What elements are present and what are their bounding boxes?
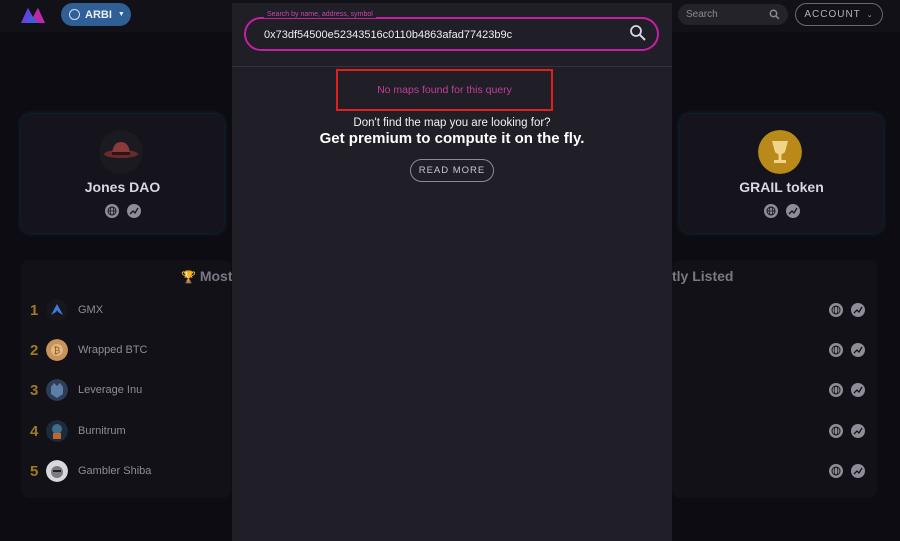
chart-icon[interactable]	[851, 424, 865, 438]
rank-number: 5	[30, 462, 39, 480]
chart-icon[interactable]	[785, 204, 800, 218]
chevron-down-icon: ▼	[117, 11, 125, 18]
token-name: Burnitrum	[78, 425, 126, 437]
website-globe-icon[interactable]	[829, 464, 843, 478]
list-item[interactable]: 1 GMX	[30, 297, 103, 323]
recently-listed-title: tly Listed	[672, 268, 734, 284]
header-search-placeholder: Search	[686, 9, 718, 20]
search-input[interactable]	[264, 26, 624, 44]
no-results-highlight: No maps found for this query	[336, 69, 553, 111]
token-name: Gambler Shiba	[78, 465, 152, 477]
grail-token-avatar	[758, 130, 802, 174]
featured-card-grail-token[interactable]: GRAIL token	[680, 114, 883, 233]
search-icon	[769, 9, 780, 20]
rank-number: 4	[30, 422, 39, 440]
list-item[interactable]: 3 Leverage Inu	[30, 377, 142, 403]
featured-name: GRAIL token	[739, 179, 824, 195]
chevron-down-icon: ⌄	[866, 11, 874, 19]
token-name: Leverage Inu	[78, 384, 143, 396]
chart-icon[interactable]	[126, 204, 141, 218]
search-field[interactable]: Search by name, address, symbol	[244, 11, 659, 51]
gambler-shiba-token-icon	[46, 460, 68, 482]
premium-callout: Get premium to compute it on the fly.	[319, 130, 585, 147]
featured-name: Jones DAO	[84, 179, 161, 195]
most-viewed-title-text: Most	[199, 268, 233, 284]
chart-icon[interactable]	[851, 303, 865, 317]
wrapped-btc-token-icon: ₿	[46, 339, 68, 361]
website-globe-icon[interactable]	[829, 424, 843, 438]
header-search-input[interactable]: Search	[678, 4, 788, 25]
rank-number: 3	[30, 381, 39, 399]
website-globe-icon[interactable]	[829, 343, 843, 357]
hint-text: Don't find the map you are looking for?	[353, 117, 551, 129]
burnitrum-token-icon	[46, 420, 68, 442]
app-logo[interactable]	[19, 5, 53, 25]
jones-dao-avatar	[99, 130, 143, 174]
list-item-links	[829, 464, 865, 478]
list-item[interactable]: 4 Burnitrum	[30, 418, 126, 444]
list-item[interactable]: 2 ₿ Wrapped BTC	[30, 337, 148, 363]
leverage-inu-token-icon	[46, 379, 68, 401]
chain-label: ARBI	[85, 8, 112, 21]
featured-card-jones-dao[interactable]: Jones DAO	[21, 114, 224, 233]
website-globe-icon[interactable]	[104, 204, 119, 218]
website-globe-icon[interactable]	[763, 204, 778, 218]
chart-icon[interactable]	[851, 464, 865, 478]
trophy-icon: 🏆	[181, 270, 196, 284]
website-globe-icon[interactable]	[829, 303, 843, 317]
list-item-links	[829, 303, 865, 317]
list-item[interactable]: 5 Gambler Shiba	[30, 458, 151, 484]
no-results-message: No maps found for this query	[377, 84, 512, 96]
account-label: ACCOUNT	[804, 9, 861, 20]
list-item-links	[829, 343, 865, 357]
token-name: GMX	[78, 304, 104, 316]
read-more-button[interactable]: READ MORE	[410, 159, 494, 182]
token-name: Wrapped BTC	[78, 344, 148, 356]
search-icon[interactable]	[629, 24, 647, 42]
chain-selector-button[interactable]: ARBI ▼	[61, 3, 131, 26]
gmx-token-icon	[46, 299, 68, 321]
search-bar-area: Search by name, address, symbol	[232, 3, 672, 67]
website-globe-icon[interactable]	[829, 383, 843, 397]
chart-icon[interactable]	[851, 343, 865, 357]
svg-text:₿: ₿	[54, 346, 61, 356]
rank-number: 2	[30, 341, 39, 359]
list-item-links	[829, 383, 865, 397]
arbitrum-icon	[69, 9, 80, 20]
search-field-label: Search by name, address, symbol	[264, 11, 376, 18]
most-viewed-title: 🏆 Most	[181, 268, 233, 284]
list-item-links	[829, 424, 865, 438]
chart-icon[interactable]	[851, 383, 865, 397]
account-button[interactable]: ACCOUNT ⌄	[795, 3, 883, 26]
search-modal: Search by name, address, symbol No maps …	[232, 3, 672, 541]
recently-listed-panel	[672, 260, 877, 498]
rank-number: 1	[30, 301, 39, 319]
